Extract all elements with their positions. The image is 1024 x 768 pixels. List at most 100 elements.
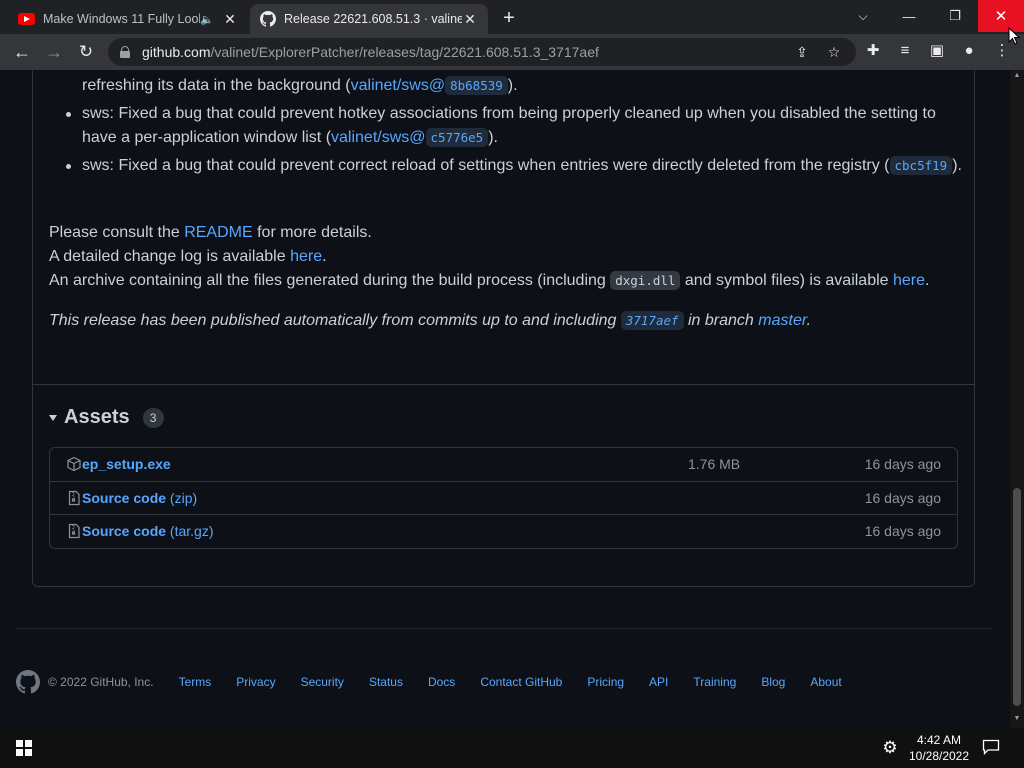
text: .	[806, 312, 812, 329]
commit-hash-link[interactable]: 8b68539	[445, 76, 508, 95]
scrollbar-thumb[interactable]	[1013, 488, 1021, 706]
url-host: github.com	[142, 44, 211, 60]
footer-link-privacy[interactable]: Privacy	[236, 675, 275, 689]
file-zip-icon	[68, 523, 80, 539]
changelog-line: A detailed change log is available here.	[49, 245, 327, 269]
page-footer: © 2022 GitHub, Inc. Terms Privacy Securi…	[16, 670, 996, 694]
divider	[33, 384, 974, 385]
asset-name-rest: (tar.gz)	[166, 523, 214, 539]
consult-readme-line: Please consult the README for more detai…	[49, 221, 372, 245]
archive-line: An archive containing all the files gene…	[49, 269, 929, 293]
caret-down-icon	[49, 414, 57, 421]
footer-link-blog[interactable]: Blog	[761, 675, 785, 689]
note-text: ).	[952, 157, 962, 174]
text: Please consult the	[49, 224, 185, 241]
assets-list: ep_setup.exe 1.76 MB 16 days ago Source …	[49, 447, 958, 549]
footer-link-status[interactable]: Status	[369, 675, 403, 689]
page-scrollbar[interactable]: ▲ ▼	[1010, 70, 1024, 728]
table-row: ep_setup.exe 1.76 MB 16 days ago	[50, 448, 957, 482]
footer-link-docs[interactable]: Docs	[428, 675, 455, 689]
note-text: ).	[507, 77, 518, 94]
asset-date: 16 days ago	[864, 456, 941, 472]
assets-title: Assets	[64, 406, 130, 428]
footer-link-api[interactable]: API	[649, 675, 668, 689]
changelog-link[interactable]: here	[290, 248, 322, 265]
bookmark-star-icon[interactable]: ☆	[826, 44, 842, 60]
asset-download-link[interactable]: ep_setup.exe	[82, 456, 171, 472]
note-text: sws: Fixed a bug that could prevent hotk…	[82, 105, 936, 146]
start-logo-pane	[16, 749, 23, 756]
note-text: sws: Fixed a bug that could prevent corr…	[82, 157, 890, 174]
github-logo-icon[interactable]	[16, 670, 40, 694]
new-tab-button[interactable]: +	[498, 8, 520, 30]
text: .	[925, 272, 930, 289]
footer-link-pricing[interactable]: Pricing	[587, 675, 624, 689]
commit-hash-link[interactable]: 3717aef	[620, 311, 684, 330]
mouse-cursor-icon	[1008, 27, 1020, 45]
footer-link-about[interactable]: About	[810, 675, 841, 689]
media-queue-icon[interactable]: ≡	[896, 42, 914, 60]
windows-taskbar: ⚙ 4:42 AM 10/28/2022	[0, 728, 1024, 768]
clock-time: 4:42 AM	[916, 733, 962, 747]
footer-link-contact[interactable]: Contact GitHub	[480, 675, 562, 689]
footer-link-terms[interactable]: Terms	[179, 675, 212, 689]
tab-youtube[interactable]: Make Windows 11 Fully Looking Like Windo…	[8, 4, 248, 34]
close-tab-icon[interactable]: ✕	[222, 11, 238, 28]
text: and symbol files) is available	[680, 272, 893, 289]
asset-name-rest: (zip)	[166, 490, 198, 506]
profile-avatar-icon[interactable]: ●	[960, 42, 978, 60]
assets-toggle[interactable]: Assets 3	[49, 406, 164, 429]
github-icon	[260, 11, 276, 27]
side-panel-icon[interactable]: ▣	[928, 42, 946, 60]
text: in branch	[683, 312, 759, 329]
scroll-up-arrow-icon[interactable]: ▲	[1013, 72, 1021, 82]
footer-link-security[interactable]: Security	[301, 675, 344, 689]
commit-hash-link[interactable]: cbc5f19	[889, 156, 953, 175]
asset-name-bold: Source code	[82, 523, 167, 539]
asset-name-bold: ep_setup.exe	[82, 456, 171, 472]
inline-code: dxgi.dll	[610, 271, 681, 290]
browser-toolbar: ← → ↻ github.com/valinet/ExplorerPatcher…	[0, 34, 1024, 70]
asset-download-link[interactable]: Source code (tar.gz)	[82, 523, 214, 539]
address-bar[interactable]: github.com/valinet/ExplorerPatcher/relea…	[108, 38, 856, 66]
tab-github-release[interactable]: Release 22621.608.51.3 · valinet/Explore…	[250, 4, 488, 34]
footer-link-training[interactable]: Training	[693, 675, 736, 689]
text: This release has been published automati…	[49, 312, 621, 329]
windows-start-icon[interactable]	[16, 740, 32, 756]
commit-repo-link[interactable]: valinet/sws@	[331, 129, 426, 146]
readme-link[interactable]: README	[184, 224, 252, 241]
tab-search-chevron-icon[interactable]: ⌵	[852, 5, 874, 27]
note-text: ).	[488, 129, 498, 146]
commit-hash-link[interactable]: c5776e5	[425, 128, 489, 147]
archive-link[interactable]: here	[893, 272, 925, 289]
system-clock[interactable]: 4:42 AM 10/28/2022	[906, 732, 972, 764]
release-notes-list: monitor, the option to have the switcher…	[66, 70, 962, 182]
start-logo-pane	[25, 740, 32, 747]
lock-icon[interactable]	[120, 46, 130, 58]
tab-title: Release 22621.608.51.3 · valinet/Explore…	[284, 12, 462, 26]
text: A detailed change log is available	[49, 248, 291, 265]
branch-link[interactable]: master	[758, 312, 806, 329]
back-arrow-icon[interactable]: ←	[10, 40, 34, 64]
asset-download-link[interactable]: Source code (zip)	[82, 490, 197, 506]
speaker-icon[interactable]: 🔈	[200, 13, 214, 26]
start-logo-pane	[16, 740, 23, 747]
footer-copyright: © 2022 GitHub, Inc.	[48, 675, 154, 689]
notification-center-icon[interactable]	[982, 739, 1000, 755]
commit-repo-link[interactable]: valinet/sws@	[351, 77, 446, 94]
clock-date: 10/28/2022	[908, 749, 970, 763]
share-icon[interactable]: ⇪	[794, 44, 810, 60]
scroll-down-arrow-icon[interactable]: ▼	[1013, 715, 1021, 725]
list-item: monitor, the option to have the switcher…	[82, 70, 962, 98]
settings-gear-icon[interactable]: ⚙	[881, 739, 899, 757]
reload-icon[interactable]: ↻	[74, 40, 98, 64]
extensions-puzzle-icon[interactable]: ✚	[864, 42, 882, 60]
release-card: monitor, the option to have the switcher…	[32, 70, 975, 587]
forward-arrow-icon[interactable]: →	[42, 40, 66, 64]
minimize-button[interactable]: —	[886, 0, 932, 32]
text: An archive containing all the files gene…	[49, 272, 611, 289]
close-tab-icon[interactable]: ✕	[462, 11, 478, 28]
file-zip-icon	[68, 490, 80, 506]
restore-button[interactable]: ❐	[932, 0, 978, 32]
start-logo-pane	[25, 749, 32, 756]
